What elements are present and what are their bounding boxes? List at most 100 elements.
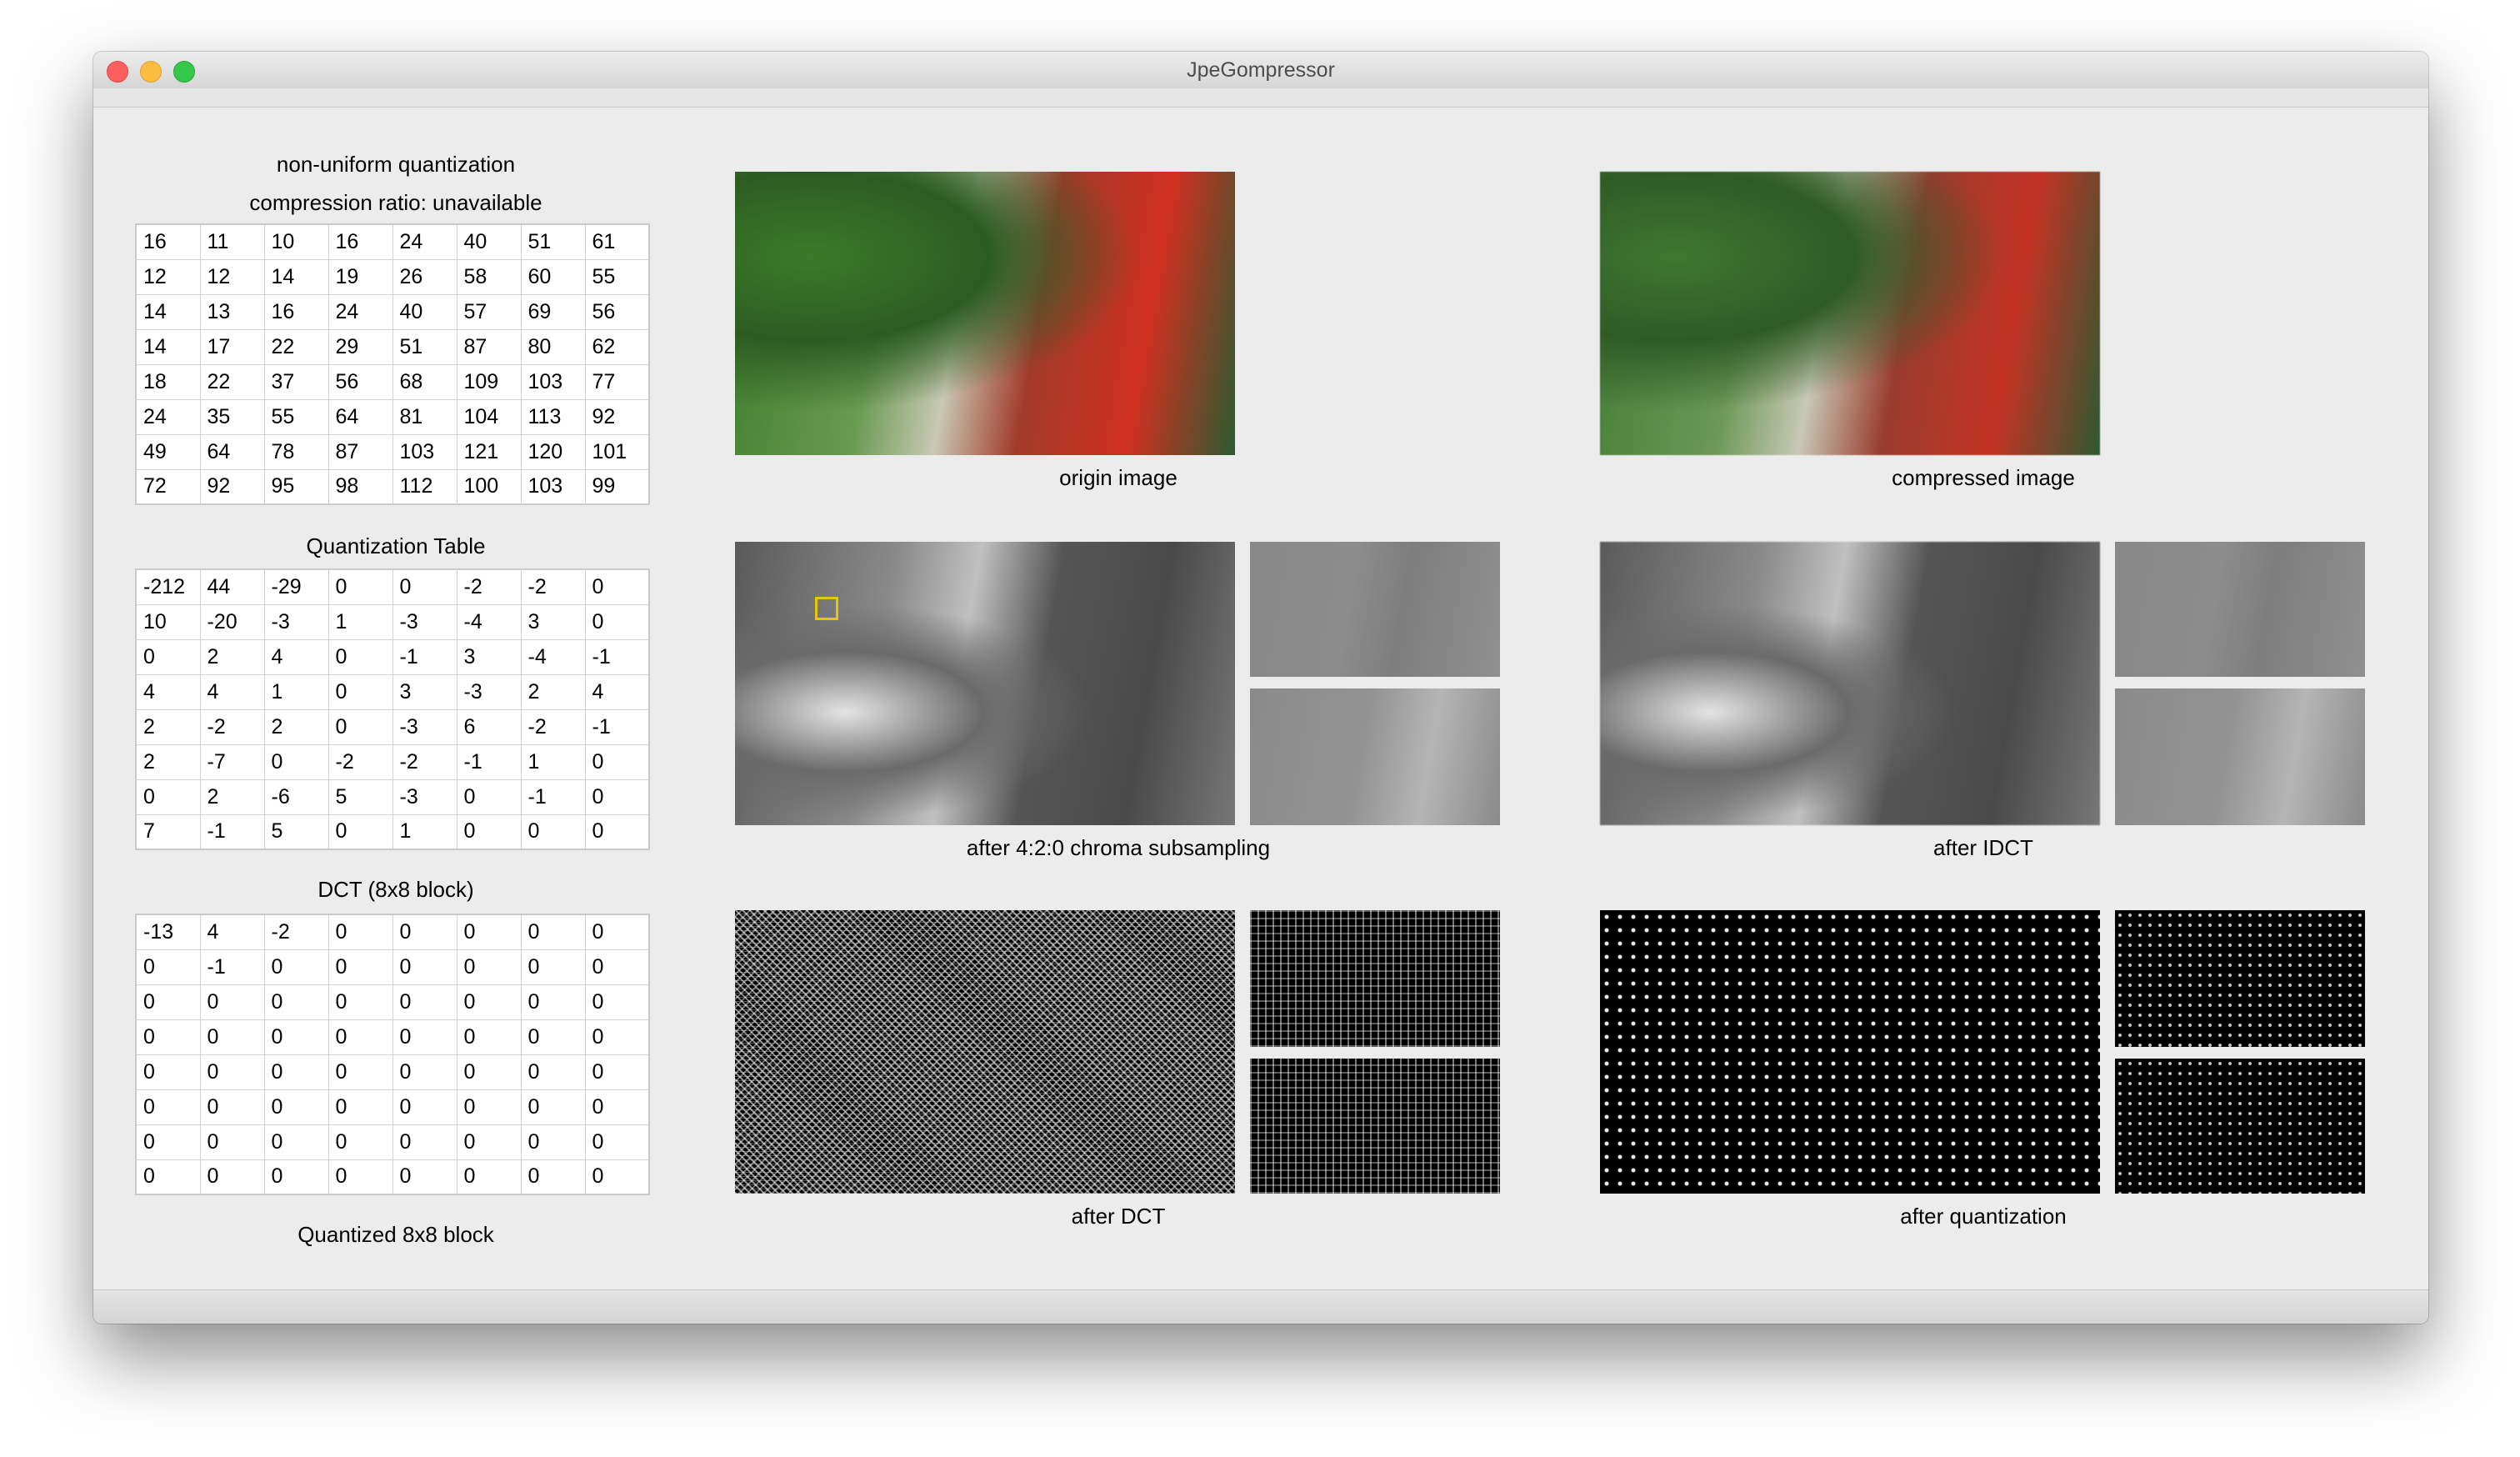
table-cell: 58 (456, 258, 522, 295)
table-cell: 0 (199, 1124, 265, 1160)
table-cell: 0 (263, 949, 329, 985)
table-cell: 51 (520, 223, 586, 260)
table-cell: 77 (584, 363, 650, 400)
table-row: 00000000 (135, 984, 650, 1020)
table-cell: 7 (135, 814, 201, 850)
table-row: 4 4 1 0 3 -3 2 4 (135, 673, 650, 710)
table-cell: 29 (328, 328, 393, 365)
table-cell: 103 (520, 468, 586, 505)
table-cell: 0 (520, 984, 586, 1020)
table-cell: 26 (392, 258, 458, 295)
table-cell: -6 (263, 779, 329, 815)
table-row: -212 44 -29 0 0 -2 -2 0 (135, 568, 650, 605)
table-cell: 2 (199, 779, 265, 815)
table-row: 14 17 22 29 51 87 80 62 (135, 328, 650, 365)
table-cell: 68 (392, 363, 458, 400)
table-cell: 0 (456, 1019, 522, 1055)
table-cell: 0 (584, 814, 650, 850)
quantized-block-table: -13 4 -2 0 0 0 0 0 0 -1 0 0 0 0 0 0 0 0 0 0 0 0 0 0 0 0 0 0 0 0 0 0 0 0 0 0… (135, 914, 650, 1195)
table-cell: 0 (392, 984, 458, 1020)
table-cell: -1 (456, 744, 522, 780)
table-cell: 0 (263, 1054, 329, 1090)
table-cell: 13 (199, 293, 265, 330)
table-cell: 49 (135, 433, 201, 470)
dct-cr-image (1250, 1059, 1500, 1194)
table-cell: 64 (328, 398, 393, 435)
table-cell: 19 (328, 258, 393, 295)
table-cell: 51 (392, 328, 458, 365)
table-cell: 44 (199, 568, 265, 605)
block-selector[interactable] (815, 597, 838, 620)
table-cell: 10 (135, 603, 201, 640)
table-cell: 0 (392, 914, 458, 950)
table-cell: -2 (520, 708, 586, 745)
idct-cr-image (2115, 688, 2365, 825)
table-cell: 0 (135, 1089, 201, 1125)
table-cell: 24 (135, 398, 201, 435)
table-cell: 3 (456, 638, 522, 675)
idct-luma-image (1600, 542, 2100, 825)
table-cell: 0 (263, 1089, 329, 1125)
table-cell: 0 (456, 1089, 522, 1125)
table-cell: -3 (263, 603, 329, 640)
table-cell: 0 (328, 638, 393, 675)
table-cell: 87 (328, 433, 393, 470)
table-cell: 0 (520, 814, 586, 850)
table-cell: 14 (263, 258, 329, 295)
table-cell: 101 (584, 433, 650, 470)
table-cell: -3 (392, 708, 458, 745)
table-cell: -1 (520, 779, 586, 815)
table-cell: 0 (584, 1054, 650, 1090)
idct-caption: after IDCT (1933, 835, 2033, 860)
table-cell: 0 (392, 1124, 458, 1160)
table-cell: -1 (199, 949, 265, 985)
table-cell: 120 (520, 433, 586, 470)
table-cell: 4 (135, 673, 201, 710)
table-cell: 16 (135, 223, 201, 260)
table-cell: -3 (392, 779, 458, 815)
table-cell: -13 (135, 914, 201, 950)
quantized-cb-image (2115, 910, 2365, 1047)
luma-channel-image[interactable] (735, 542, 1235, 825)
table-cell: 0 (584, 744, 650, 780)
table-cell: 103 (520, 363, 586, 400)
table-cell: 0 (328, 708, 393, 745)
table-cell: 22 (199, 363, 265, 400)
table-cell: 0 (584, 1124, 650, 1160)
table-cell: 0 (328, 1054, 393, 1090)
dct-caption: after DCT (1071, 1204, 1166, 1229)
table-cell: 0 (456, 814, 522, 850)
title-bar: JpeGompressor (93, 52, 2428, 89)
table-cell: 103 (392, 433, 458, 470)
table-cell: 2 (135, 708, 201, 745)
quantization-mode-label: non-uniform quantization (276, 152, 516, 177)
table-cell: 109 (456, 363, 522, 400)
table-cell: -2 (199, 708, 265, 745)
table-cell: 2 (263, 708, 329, 745)
table-row: -13 4 -2 0 0 0 0 0 (135, 914, 650, 950)
table-cell: 0 (392, 949, 458, 985)
table-cell: 0 (328, 914, 393, 950)
table-cell: 16 (328, 223, 393, 260)
table-cell: 57 (456, 293, 522, 330)
table-cell: 0 (135, 984, 201, 1020)
table-cell: 78 (263, 433, 329, 470)
dct-luma-image (735, 910, 1235, 1194)
table-row: 14 13 16 24 40 57 69 56 (135, 293, 650, 330)
table-row: 16 11 10 16 24 40 51 61 (135, 223, 650, 260)
dct-cb-image (1250, 910, 1500, 1047)
table-cell: 6 (456, 708, 522, 745)
table-cell: -2 (392, 744, 458, 780)
table-cell: 1 (520, 744, 586, 780)
table-cell: -7 (199, 744, 265, 780)
table-cell: 0 (135, 1054, 201, 1090)
table-cell: -4 (520, 638, 586, 675)
origin-image-caption: origin image (1059, 465, 1178, 490)
table-cell: 61 (584, 223, 650, 260)
table-row: 10 -20 -3 1 -3 -4 3 0 (135, 603, 650, 640)
table-row: 0 2 4 0 -1 3 -4 -1 (135, 638, 650, 675)
dct-block-caption: DCT (8x8 block) (318, 877, 474, 902)
quantization-caption: after quantization (1900, 1204, 2067, 1229)
table-cell: 18 (135, 363, 201, 400)
table-cell: 0 (456, 779, 522, 815)
